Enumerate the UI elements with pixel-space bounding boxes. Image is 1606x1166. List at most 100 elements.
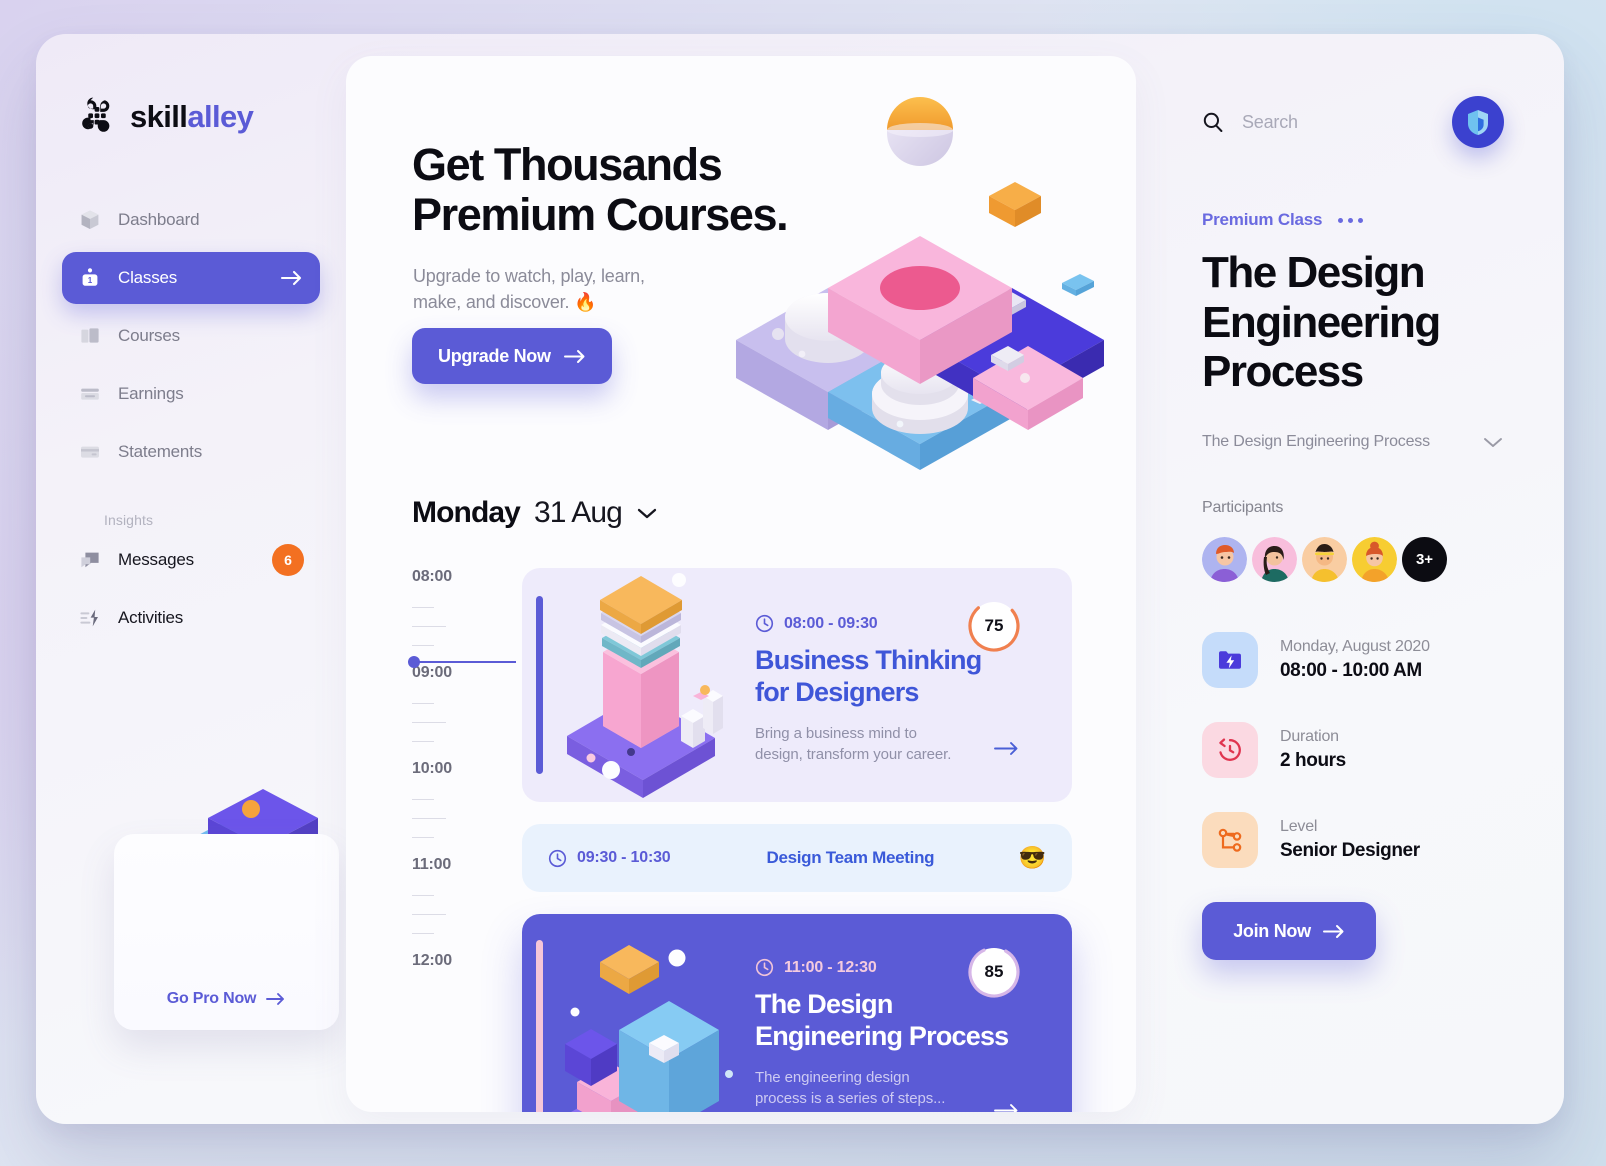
ruler-tick (412, 626, 446, 627)
arrow-right-icon (266, 993, 285, 1005)
avatar[interactable] (1252, 537, 1297, 583)
avatar[interactable] (1352, 537, 1397, 583)
participants-overflow-badge[interactable]: 3+ (1402, 537, 1447, 583)
join-now-label: Join Now (1233, 920, 1311, 941)
ruler-tick (412, 818, 446, 819)
sidebar-item-classes[interactable]: 1 Classes (62, 252, 320, 304)
chevron-down-icon[interactable] (636, 506, 658, 520)
card-time: 08:00 - 09:30 (784, 614, 878, 632)
more-dots-icon[interactable] (1338, 217, 1364, 223)
main-nav: Dashboard 1 Classes Courses Earnings Sta… (36, 194, 346, 644)
brand-name-second: alley (187, 98, 254, 134)
card-score-ring: 85 (966, 944, 1022, 1000)
ruler-tick (412, 722, 446, 723)
meta-row-duration: Duration 2 hours (1202, 722, 1504, 779)
go-pro-label: Go Pro Now (166, 990, 257, 1007)
user-avatar-button[interactable] (1452, 96, 1504, 148)
sidebar-item-label: Dashboard (118, 210, 200, 229)
current-time-line (412, 661, 516, 663)
avatar[interactable] (1202, 537, 1247, 583)
sidebar-item-courses[interactable]: Courses (62, 310, 320, 362)
detail-panel-header (1202, 94, 1504, 150)
card-time-row: 09:30 - 10:30 (548, 849, 671, 868)
hero-title-line1: Get Thousands (412, 139, 723, 190)
hero-banner: Get Thousands Premium Courses. Upgrade t… (346, 56, 1136, 476)
card-time-row: 08:00 - 09:30 (755, 614, 1072, 633)
upgrade-now-label: Upgrade Now (438, 345, 551, 366)
person-badge-icon: 1 (82, 268, 98, 286)
isometric-cubes-illustration (565, 945, 733, 1112)
chat-icon (81, 552, 99, 568)
ruler-tick (412, 914, 446, 915)
money-stack-icon (81, 388, 99, 400)
ruler-tick (412, 645, 434, 646)
folder-bolt-icon (1219, 651, 1241, 669)
participants-label: Participants (1202, 499, 1284, 517)
hero-title: Get Thousands Premium Courses. (412, 139, 789, 241)
card-score-ring: 75 (966, 598, 1022, 654)
ruler-tick (412, 895, 434, 896)
premium-class-kicker: Premium Class (1202, 210, 1504, 230)
card-time-row: 11:00 - 12:30 (755, 958, 1072, 977)
schedule-cards: 08:00 - 09:30 Business Thinking for Desi… (522, 568, 1136, 1112)
chevron-down-icon[interactable] (1482, 435, 1504, 449)
sidebar-item-messages[interactable]: Messages 6 (62, 534, 320, 586)
card-accent-bar (536, 940, 543, 1112)
join-now-button[interactable]: Join Now (1202, 902, 1376, 961)
card-desc-line2: process is a series of steps... (755, 1090, 946, 1108)
cube-icon (81, 210, 99, 229)
meta-icon-wrap (1202, 722, 1258, 779)
schedule-card-business-thinking[interactable]: 08:00 - 09:30 Business Thinking for Desi… (522, 568, 1072, 802)
arrow-right-icon[interactable] (994, 741, 1020, 756)
day-name: Monday (412, 496, 521, 529)
class-meta-list: Monday, August 2020 08:00 - 10:00 AM Dur… (1202, 632, 1504, 869)
go-pro-link[interactable]: Go Pro Now (167, 990, 287, 1008)
meta-key: Monday, August 2020 (1280, 638, 1430, 656)
class-dropdown[interactable]: The Design Engineering Process (1202, 433, 1504, 451)
upgrade-now-button[interactable]: Upgrade Now (412, 328, 612, 384)
participants-list: 3+ (1202, 537, 1504, 583)
arrow-right-icon (280, 270, 302, 286)
history-clock-icon (1219, 738, 1241, 762)
ruler-hour: 10:00 (412, 760, 452, 777)
avatar-icon (1352, 537, 1397, 583)
go-pro-promo: Go Pro Now (114, 789, 339, 1030)
card-accent-bar (536, 596, 543, 774)
arrow-right-icon (1322, 924, 1344, 938)
go-pro-card[interactable]: Go Pro Now (114, 834, 339, 1030)
search-icon[interactable] (1202, 111, 1224, 133)
meta-key: Duration (1280, 728, 1339, 746)
card-description: Bring a business mind to design, transfo… (755, 723, 1072, 766)
sidebar-item-activities[interactable]: Activities (62, 592, 320, 644)
search-input[interactable] (1242, 111, 1442, 133)
meta-row-level: Level Senior Designer (1202, 812, 1504, 869)
card-desc-line1: The engineering design (755, 1068, 910, 1086)
hero-subtitle-line2: make, and discover. 🔥 (413, 291, 597, 312)
ruler-hour: 11:00 (412, 856, 452, 873)
ruler-hour: 09:00 (412, 664, 452, 681)
sidebar-section-label: Insights (104, 512, 154, 528)
card-icon (81, 446, 99, 458)
flower-logo-icon (82, 97, 110, 132)
sidebar-item-statements[interactable]: Statements (62, 426, 320, 478)
schedule-card-design-engineering-process[interactable]: 11:00 - 12:30 The Design Engineering Pro… (522, 914, 1072, 1112)
sidebar-item-dashboard[interactable]: Dashboard (62, 194, 320, 246)
sidebar-item-earnings[interactable]: Earnings (62, 368, 320, 420)
sidebar-item-label: Courses (118, 326, 180, 345)
avatar[interactable] (1302, 537, 1347, 583)
skill-tree-icon (1218, 828, 1242, 852)
brand-logo[interactable]: skillalley (36, 90, 346, 142)
meta-key: Level (1280, 818, 1318, 836)
day-selector[interactable]: Monday 31 Aug (412, 496, 658, 530)
card-title: Design Team Meeting (766, 848, 935, 867)
sidebar-item-label: Messages (118, 550, 194, 569)
card-time: 09:30 - 10:30 (577, 849, 671, 866)
arrow-right-icon[interactable] (994, 1103, 1020, 1112)
card-title-line1: The Design (755, 989, 893, 1019)
brand-text: skillalley (130, 98, 254, 134)
meta-value: 2 hours (1280, 750, 1346, 772)
card-title-line2: for Designers (755, 676, 919, 707)
class-dropdown-value: The Design Engineering Process (1202, 433, 1430, 451)
schedule-card-design-team-meeting[interactable]: 09:30 - 10:30 Design Team Meeting 😎 (522, 824, 1072, 892)
search-box[interactable] (1202, 111, 1452, 133)
